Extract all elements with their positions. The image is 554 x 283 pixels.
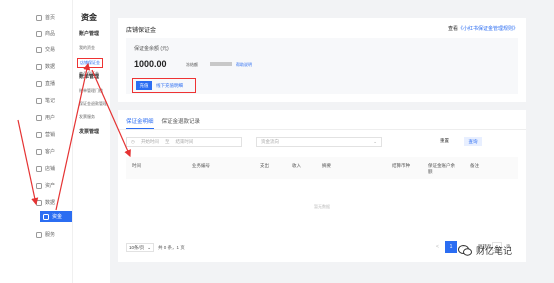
chart-icon (36, 199, 42, 206)
offline-recharge-link[interactable]: 线下充值明细 (156, 83, 183, 89)
tab-refund-records[interactable]: 保证金退款记录 (162, 117, 201, 129)
frozen-label: 冻结额 (186, 62, 198, 67)
col-income: 收入 (292, 163, 301, 168)
col-summary: 摘要 (322, 163, 331, 168)
nav-item-store[interactable]: 店铺 (36, 163, 55, 174)
store-icon (36, 165, 42, 172)
user-icon (36, 114, 42, 121)
tab-divider (118, 129, 526, 130)
live-icon (36, 80, 42, 87)
nav-item-trade[interactable]: 交易 (36, 44, 55, 55)
deposit-title: 店铺保证金 (126, 28, 157, 34)
table-header: 时间 业务编号 支出 收入 摘要 结算币种 保证金账户余额 备注 (126, 157, 518, 179)
watermark-text: 财亿笔记 (476, 246, 513, 256)
chevron-down-icon: ⌄ (373, 139, 377, 144)
col-expense: 支出 (260, 163, 269, 168)
prev-page-button[interactable]: < (436, 244, 439, 250)
service-icon (36, 231, 42, 238)
sub-nav: 资金 账户管理 我的资金 店铺保证金 商品保证金 账单管理 账单管理门槛 保证金… (72, 0, 110, 283)
pay-button[interactable]: 充值 (136, 81, 152, 90)
subnav-group-invoice[interactable]: 发票管理 (79, 128, 99, 135)
nav-item-chart[interactable]: 数据 (36, 197, 55, 208)
tab-deposit-detail[interactable]: 保证金明细 (126, 117, 154, 129)
balance-panel: 保证金余额 (元) 1000.00 冻结额 帮助说明 充值 线下充值明细 (126, 38, 518, 94)
nav-item-asset[interactable]: 资产 (36, 180, 55, 191)
subnav-item-refund-manage[interactable]: 保证金退款管理 (79, 101, 107, 107)
end-date-input[interactable]: 结束时间 (175, 139, 193, 145)
wallet-icon (43, 213, 49, 220)
reset-button[interactable]: 重置 (440, 138, 449, 144)
nav-item-live[interactable]: 直播 (36, 78, 55, 89)
col-currency: 结算币种 (392, 163, 410, 168)
subnav-item-invoice-service[interactable]: 发票服务 (79, 114, 95, 120)
subnav-title: 资金 (81, 13, 97, 22)
balance-label: 保证金余额 (元) (134, 46, 169, 52)
nav-item-data[interactable]: 数据 (36, 61, 55, 72)
main-nav: 首页 商品 交易 数据 直播 笔记 用户 营销 客户 店铺 资产 数据 资金 服… (0, 0, 72, 283)
help-link[interactable]: 帮助说明 (236, 62, 252, 68)
total-count: 共 0 条，1 页 (158, 245, 185, 250)
nav-item-goods[interactable]: 商品 (36, 28, 55, 39)
rules-note: 查看《小红书保证金管理规则》 (447, 26, 518, 32)
nav-item-marketing[interactable]: 营销 (36, 129, 55, 140)
subnav-group-bill[interactable]: 账单管理 (79, 73, 99, 80)
marketing-icon (36, 131, 42, 138)
subnav-group-account[interactable]: 账户管理 (79, 30, 99, 37)
trade-icon (36, 46, 42, 53)
nav-item-note[interactable]: 笔记 (36, 95, 55, 106)
col-time: 时间 (132, 163, 141, 168)
col-balance: 保证金账户余额 (428, 163, 455, 174)
direction-select-value: 资金流向 (261, 139, 279, 144)
nav-item-customer[interactable]: 客户 (36, 146, 55, 157)
chevron-down-icon: ⌄ (147, 244, 151, 250)
subnav-item-my-funds[interactable]: 我的资金 (79, 45, 95, 51)
wechat-logo-icon (458, 245, 472, 256)
goods-icon (36, 30, 42, 37)
date-separator: 至 (164, 139, 170, 144)
query-button[interactable]: 查询 (464, 137, 482, 146)
nav-item-home[interactable]: 首页 (36, 12, 55, 23)
empty-state: 暂无数据 (314, 204, 330, 209)
nav-item-service[interactable]: 服务 (36, 229, 55, 240)
watermark: 财亿笔记 (458, 244, 512, 257)
detail-tabs: 保证金明细 保证金退款记录 (126, 117, 200, 129)
start-date-input[interactable]: 开始时间 (141, 139, 159, 145)
col-remark: 备注 (470, 163, 479, 168)
note-icon (36, 97, 42, 104)
subnav-item-store-deposit[interactable]: 店铺保证金 (77, 58, 103, 68)
balance-amount: 1000.00 (134, 59, 167, 69)
rules-link[interactable]: 《小红书保证金管理规则》 (458, 26, 518, 32)
col-business-no: 业务编号 (192, 163, 210, 168)
customer-icon (36, 148, 42, 155)
detail-card: 保证金明细 保证金退款记录 ◷ 开始时间 至 结束时间 资金流向 ⌄ 重置 查询… (118, 110, 526, 262)
subnav-item-bill-threshold[interactable]: 账单管理门槛 (79, 88, 103, 94)
nav-item-user[interactable]: 用户 (36, 112, 55, 123)
home-icon (36, 14, 42, 21)
deposit-card: 店铺保证金 查看《小红书保证金管理规则》 保证金余额 (元) 1000.00 冻… (118, 18, 526, 102)
frozen-amount-redacted (210, 62, 232, 66)
date-range-picker[interactable]: ◷ 开始时间 至 结束时间 (126, 137, 242, 147)
data-icon (36, 63, 42, 70)
current-page[interactable]: 1 (445, 241, 457, 253)
nav-item-funds[interactable]: 资金 (40, 211, 72, 222)
calendar-icon: ◷ (131, 139, 135, 144)
direction-select[interactable]: 资金流向 ⌄ (256, 137, 382, 147)
asset-icon (36, 182, 42, 189)
page-size-select[interactable]: 10条/页 ⌄ (126, 243, 154, 252)
